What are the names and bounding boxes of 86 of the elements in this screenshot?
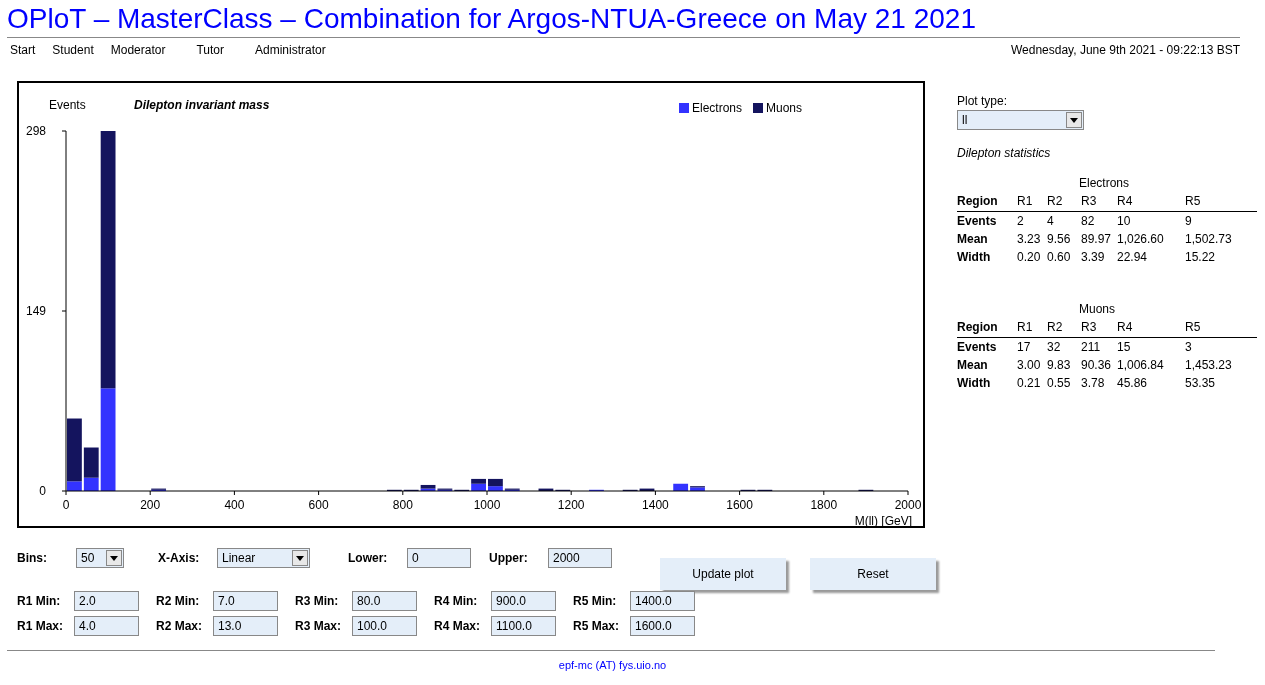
table-cell-text: 3.39 (1081, 249, 1106, 266)
table-cell-text: 3 (1185, 339, 1193, 356)
field-label: R4 Max: (434, 618, 481, 635)
legend-label: Electrons (692, 101, 743, 115)
column-header: R1 (1017, 193, 1034, 210)
x-tick-label: 1400 (642, 498, 669, 512)
x-tick-label: 1800 (810, 498, 838, 512)
table-cell-text: 211 (1081, 339, 1102, 356)
x-tick-label: 200 (140, 498, 161, 512)
field-label: R3 Min: (295, 593, 340, 610)
row-header: Events (957, 339, 998, 356)
x-tick-label: 1000 (473, 498, 501, 512)
table-cell-text: 22.94 (1117, 249, 1149, 266)
column-header: R2 (1047, 193, 1064, 210)
column-header: R2 (1047, 319, 1064, 336)
field-label: R3 Max: (295, 618, 342, 635)
row-header: Width (957, 375, 992, 392)
column-header: R5 (1185, 319, 1202, 336)
column-header: Region (957, 319, 999, 336)
row-header: Width (957, 249, 992, 266)
table-cell-text: 9.83 (1047, 357, 1072, 374)
table-cell-text: 9 (1185, 213, 1193, 230)
legend-label: Muons (766, 101, 803, 115)
table-cell-text: 0.21 (1017, 375, 1042, 392)
table-cell-text: 0.60 (1047, 249, 1072, 266)
column-header: R4 (1117, 193, 1134, 210)
table-cell-text: 32 (1047, 339, 1062, 356)
field-label: R2 Max: (156, 618, 203, 635)
table-cell-text: 45.86 (1117, 375, 1149, 392)
chart-title: Dilepton invariant mass (134, 98, 270, 112)
column-header: R1 (1017, 319, 1034, 336)
field-label: Bins: (17, 550, 48, 567)
table-cell-text: 89.97 (1081, 231, 1113, 248)
field-label: R5 Max: (573, 618, 620, 635)
table-cell-text: 1,006.84 (1117, 357, 1165, 374)
table-cell-text: 1,026.60 (1117, 231, 1165, 248)
table-cell-text: 3.23 (1017, 231, 1042, 248)
table-cell-text: 3.00 (1017, 357, 1042, 374)
y-tick-label: 0 (39, 484, 46, 498)
table-cell-text: 4 (1047, 213, 1055, 230)
field-label: R1 Min: (17, 593, 62, 610)
page-title: OPloT – MasterClass – Combination for Argos-NTUA-Greece on May 21 2021 (7, 2, 977, 36)
column-header: R5 (1185, 193, 1202, 210)
table-cell-text: 1,502.73 (1185, 231, 1233, 248)
field-label: R1 Max: (17, 618, 64, 635)
row-header: Events (957, 213, 998, 230)
x-tick-label: 800 (392, 498, 413, 512)
x-tick-label: 0 (62, 498, 70, 512)
x-tick-label: 600 (308, 498, 329, 512)
column-header: R3 (1081, 319, 1098, 336)
date-time: Wednesday, June 9th 2021 - 09:22:13 BST (1010, 42, 1240, 59)
x-tick-label: 400 (224, 498, 245, 512)
x-tick-label: 2000 (894, 498, 922, 512)
table-cell-text: 9.56 (1047, 231, 1072, 248)
y-tick-label: 298 (25, 124, 46, 138)
table-cell-text: 0.55 (1047, 375, 1072, 392)
column-header: R3 (1081, 193, 1098, 210)
table-cell-text: 15.22 (1185, 249, 1217, 266)
field-label: Upper: (489, 550, 529, 567)
x-tick-label: 1600 (726, 498, 753, 512)
field-label: R5 Min: (573, 593, 618, 610)
table-title: Electrons (1078, 175, 1131, 192)
table-cell-text: 90.36 (1081, 357, 1113, 374)
table-cell-text: 1,453.23 (1185, 357, 1233, 374)
row-header: Mean (957, 231, 989, 248)
table-cell-text: 82 (1081, 213, 1096, 230)
y-tick-label: 149 (25, 304, 46, 318)
table-cell-text: 53.35 (1185, 375, 1217, 392)
table-cell-text: 3.78 (1081, 375, 1106, 392)
y-axis-title: Events (49, 98, 86, 112)
table-cell-text: 15 (1117, 339, 1132, 356)
column-header: Region (957, 193, 999, 210)
section-heading: Dilepton statistics (957, 145, 1052, 162)
x-tick-label: 1200 (557, 498, 585, 512)
table-cell-text: 10 (1117, 213, 1132, 230)
table-cell-text: 17 (1017, 339, 1032, 356)
field-label: R2 Min: (156, 593, 201, 610)
table-cell-text: 0.20 (1017, 249, 1042, 266)
plot-type-label: Plot type: (957, 93, 1009, 110)
field-label: Lower: (348, 550, 389, 567)
column-header: R4 (1117, 319, 1134, 336)
field-label: X-Axis: (158, 550, 201, 567)
field-label: R4 Min: (434, 593, 479, 610)
table-cell-text: 2 (1017, 213, 1025, 230)
row-header: Mean (957, 357, 989, 374)
table-title: Muons (1078, 301, 1117, 318)
